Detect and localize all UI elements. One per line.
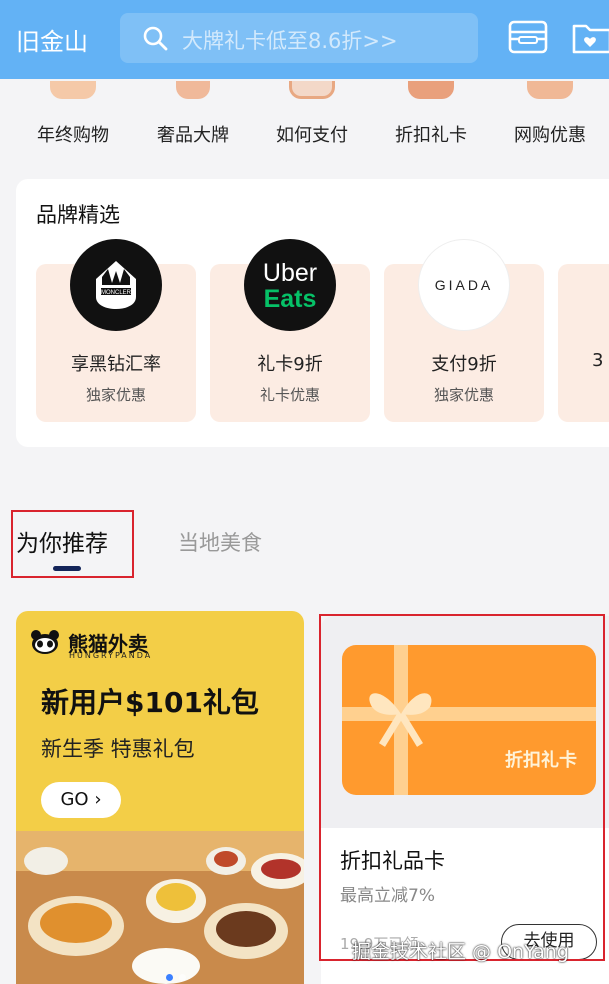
category-label: 年终购物	[37, 125, 109, 146]
search-icon	[143, 26, 168, 51]
moncler-logo-text: MONCLER	[101, 290, 132, 296]
app-header: 旧金山 大牌礼卡低至8.6折>>	[0, 0, 609, 79]
moncler-emblem-icon: MONCLER	[96, 261, 136, 309]
search-bar[interactable]: 大牌礼卡低至8.6折>>	[120, 13, 478, 63]
brand-name: 礼卡9折	[257, 354, 323, 375]
uber-text: Uber	[263, 259, 317, 287]
category-luxury-brands[interactable]: 奢品大牌	[138, 79, 248, 169]
shopping-bag-icon	[50, 81, 96, 99]
promo-subtitle: 新生季 特惠礼包	[41, 737, 195, 761]
section-title: 品牌精选	[36, 203, 120, 227]
brand-sub: 独家优惠	[85, 386, 146, 404]
giada-logo: GIADA	[418, 239, 510, 331]
promo-title: 新用户$101礼包	[41, 686, 259, 719]
uber-eats-wordmark-icon: Uber Eats	[263, 259, 317, 313]
giada-wordmark-icon: GIADA	[435, 277, 494, 293]
brand-sub: 礼卡优惠	[259, 386, 320, 404]
category-year-end-shopping[interactable]: 年终购物	[18, 79, 128, 169]
promo-card-hungrypanda[interactable]: 熊猫外卖 HUNGRYPANDA 新用户$101礼包 新生季 特惠礼包 GO ›	[16, 611, 304, 984]
category-label: 网购优惠	[514, 125, 586, 146]
uber-eats-logo: Uber Eats	[244, 239, 336, 331]
luxury-bag-icon	[176, 81, 210, 99]
gift-card-icon	[408, 81, 454, 99]
food-spread-image	[16, 831, 304, 984]
giada-text: GIADA	[435, 277, 494, 293]
category-label: 折扣礼卡	[395, 125, 467, 146]
category-row: 年终购物 奢品大牌 如何支付 折扣礼卡 网购优惠	[0, 79, 609, 169]
brand-name: 享黑钻汇率	[71, 354, 161, 375]
category-label: 如何支付	[276, 125, 348, 146]
tab-local-food[interactable]: 当地美食	[178, 527, 262, 557]
panda-logo-icon	[31, 630, 59, 654]
highlight-box-gift-card	[319, 614, 605, 961]
city-selector[interactable]: 旧金山	[16, 22, 88, 57]
folder-heart-icon[interactable]	[572, 18, 609, 56]
go-button[interactable]: GO ›	[41, 782, 121, 818]
brand-name-partial: 3	[592, 350, 604, 371]
wallet-icon[interactable]	[508, 18, 548, 56]
category-how-to-pay[interactable]: 如何支付	[257, 79, 367, 169]
carousel-dot[interactable]	[179, 974, 186, 981]
carousel-dots[interactable]	[166, 966, 192, 984]
go-button-label: GO	[60, 789, 89, 810]
brand-sub: 独家优惠	[433, 386, 494, 404]
brand-name-en: HUNGRYPANDA	[69, 651, 153, 660]
chevron-right-icon: ›	[94, 789, 102, 810]
brand-selection-card: 品牌精选 MONCLER 享黑钻汇率 独家优惠 Uber Eats 礼卡9折 礼…	[16, 179, 609, 447]
moncler-logo: MONCLER	[70, 239, 162, 331]
watermark: 掘金技术社区 @ OnYang	[352, 941, 569, 963]
brand-tile-partial[interactable]	[558, 264, 609, 422]
search-placeholder: 大牌礼卡低至8.6折>>	[182, 29, 398, 53]
online-shopping-icon	[527, 81, 573, 99]
highlight-box-tab	[11, 510, 134, 578]
eats-text: Eats	[264, 285, 317, 313]
brand-name: 支付9折	[431, 354, 497, 375]
category-online-deals[interactable]: 网购优惠	[495, 79, 605, 169]
carousel-dot-active[interactable]	[166, 974, 173, 981]
payment-icon	[289, 81, 335, 99]
category-label: 奢品大牌	[157, 125, 229, 146]
category-discount-gift-cards[interactable]: 折扣礼卡	[376, 79, 486, 169]
